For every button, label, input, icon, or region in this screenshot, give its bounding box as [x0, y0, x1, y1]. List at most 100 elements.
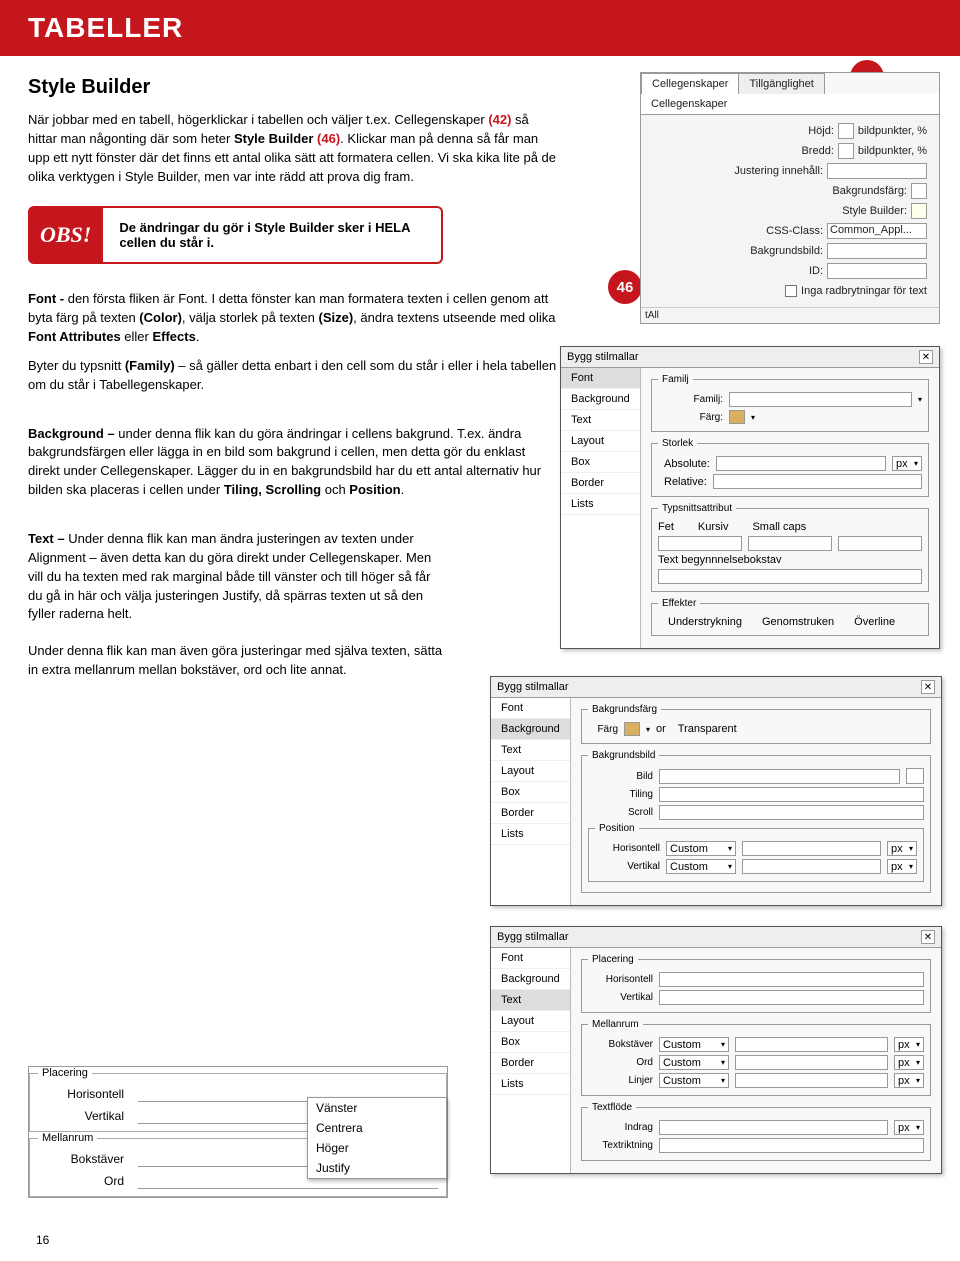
relative-input[interactable] — [713, 474, 922, 489]
chevron-down-icon[interactable]: ▾ — [646, 725, 650, 734]
tab-tillganglighet[interactable]: Tillgänglighet — [738, 73, 824, 94]
linjer-val[interactable] — [735, 1073, 888, 1088]
justering-input[interactable] — [827, 163, 927, 179]
text: och — [321, 482, 349, 497]
sidebar-item-border[interactable]: Border — [561, 473, 640, 494]
bokstaver-unit[interactable]: px▾ — [894, 1037, 924, 1052]
text: Custom — [670, 861, 708, 873]
bgfarg-picker[interactable] — [911, 183, 927, 199]
style-builder-bg-dialog: Bygg stilmallar✕ Font Background Text La… — [490, 676, 942, 906]
chevron-down-icon[interactable]: ▾ — [751, 413, 755, 422]
v-val-input[interactable] — [742, 859, 881, 874]
familj-input[interactable] — [729, 392, 912, 407]
no-linebreak-checkbox[interactable] — [785, 285, 797, 297]
ord-select[interactable]: Custom▾ — [659, 1055, 729, 1070]
bokstaver-val[interactable] — [735, 1037, 888, 1052]
vertikal-input[interactable] — [659, 990, 924, 1005]
h-val-input[interactable] — [742, 841, 881, 856]
unit-select[interactable]: px▾ — [892, 456, 922, 471]
text: Custom — [670, 843, 708, 855]
label-id: ID: — [809, 265, 823, 277]
text: . — [196, 329, 200, 344]
legend-placering: Placering — [38, 1067, 92, 1079]
sidebar-item-layout[interactable]: Layout — [491, 1011, 570, 1032]
linjer-select[interactable]: Custom▾ — [659, 1073, 729, 1088]
indrag-input[interactable] — [659, 1120, 888, 1135]
bredd-spinner[interactable] — [838, 143, 854, 159]
hojd-spinner[interactable] — [838, 123, 854, 139]
label-tiling: Tiling — [588, 789, 653, 800]
dropdown-item-justify[interactable]: Justify — [308, 1158, 446, 1178]
text: När jobbar med en tabell, högerklickar i… — [28, 112, 488, 127]
dropdown-item-hoger[interactable]: Höger — [308, 1138, 446, 1158]
text: Byter du typsnitt — [28, 358, 125, 373]
scroll-input[interactable] — [659, 805, 924, 820]
body-paragraph-1: När jobbar med en tabell, högerklickar i… — [28, 111, 558, 186]
textriktning-input[interactable] — [659, 1138, 924, 1153]
text: Font Attributes — [28, 329, 121, 344]
sidebar-item-border[interactable]: Border — [491, 1053, 570, 1074]
sidebar-item-box[interactable]: Box — [491, 782, 570, 803]
dialog-sidebar: Font Background Text Layout Box Border L… — [491, 698, 571, 905]
sidebar-item-text[interactable]: Text — [491, 990, 570, 1011]
sidebar-item-layout[interactable]: Layout — [561, 431, 640, 452]
color-swatch[interactable] — [624, 722, 640, 736]
sidebar-item-text[interactable]: Text — [561, 410, 640, 431]
horisontell-select[interactable]: Custom▾ — [666, 841, 736, 856]
label-ord: Ord — [38, 1174, 138, 1188]
stylebuilder-button[interactable] — [911, 203, 927, 219]
tab-cellegenskaper[interactable]: Cellegenskaper — [641, 73, 739, 94]
text: Custom — [663, 1039, 701, 1051]
dropdown-item-vanster[interactable]: Vänster — [308, 1098, 446, 1118]
textbegynn-input[interactable] — [658, 569, 922, 584]
browse-button[interactable] — [906, 768, 924, 784]
sidebar-item-lists[interactable]: Lists — [561, 494, 640, 515]
fet-input[interactable] — [658, 536, 742, 551]
text: Custom — [663, 1057, 701, 1069]
smallcaps-input[interactable] — [838, 536, 922, 551]
sidebar-item-box[interactable]: Box — [561, 452, 640, 473]
sidebar-item-layout[interactable]: Layout — [491, 761, 570, 782]
close-icon[interactable]: ✕ — [921, 680, 935, 694]
label-linjer: Linjer — [588, 1075, 653, 1086]
sidebar-item-border[interactable]: Border — [491, 803, 570, 824]
sidebar-item-box[interactable]: Box — [491, 1032, 570, 1053]
sidebar-item-font[interactable]: Font — [561, 368, 640, 389]
h-unit-select[interactable]: px▾ — [887, 841, 917, 856]
bild-input[interactable] — [659, 769, 900, 784]
panel-title: Cellegenskaper — [641, 94, 939, 115]
sidebar-item-lists[interactable]: Lists — [491, 1074, 570, 1095]
absolute-input[interactable] — [716, 456, 886, 471]
color-swatch[interactable] — [729, 410, 745, 424]
sidebar-item-font[interactable]: Font — [491, 698, 570, 719]
sidebar-item-background[interactable]: Background — [491, 719, 570, 740]
sidebar-item-lists[interactable]: Lists — [491, 824, 570, 845]
label-farg: Färg — [588, 724, 618, 735]
ord-unit[interactable]: px▾ — [894, 1055, 924, 1070]
close-icon[interactable]: ✕ — [921, 930, 935, 944]
sidebar-item-font[interactable]: Font — [491, 948, 570, 969]
v-unit-select[interactable]: px▾ — [887, 859, 917, 874]
chevron-down-icon[interactable]: ▾ — [918, 395, 922, 404]
vertikal-select[interactable]: Custom▾ — [666, 859, 736, 874]
ord-val[interactable] — [735, 1055, 888, 1070]
sidebar-item-text[interactable]: Text — [491, 740, 570, 761]
sidebar-item-background[interactable]: Background — [561, 389, 640, 410]
label-justering: Justering innehåll: — [734, 165, 823, 177]
bakgrundsbild-input[interactable] — [827, 243, 927, 259]
horisontell-input[interactable] — [659, 972, 924, 987]
indrag-unit[interactable]: px▾ — [894, 1120, 924, 1135]
cssclass-input[interactable]: Common_Appl... — [827, 223, 927, 239]
id-input[interactable] — [827, 263, 927, 279]
ref-46: (46) — [317, 131, 340, 146]
sidebar-item-background[interactable]: Background — [491, 969, 570, 990]
bokstaver-select[interactable]: Custom▾ — [659, 1037, 729, 1052]
label-fet: Fet — [658, 521, 674, 533]
label-scroll: Scroll — [588, 807, 653, 818]
alignment-dropdown[interactable]: Vänster Centrera Höger Justify — [307, 1097, 447, 1179]
close-icon[interactable]: ✕ — [919, 350, 933, 364]
kursiv-input[interactable] — [748, 536, 832, 551]
tiling-input[interactable] — [659, 787, 924, 802]
dropdown-item-centrera[interactable]: Centrera — [308, 1118, 446, 1138]
linjer-unit[interactable]: px▾ — [894, 1073, 924, 1088]
